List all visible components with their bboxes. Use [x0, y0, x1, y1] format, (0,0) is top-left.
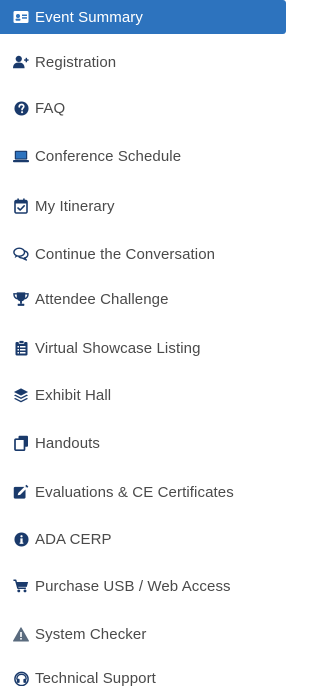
sidebar-menu: Event Summary Registration FAQ Conferenc…	[0, 0, 286, 691]
info-circle-icon	[13, 531, 29, 547]
warning-icon	[13, 626, 29, 642]
menu-item-handouts[interactable]: Handouts	[0, 426, 286, 460]
laptop-icon	[13, 148, 29, 164]
shopping-cart-icon	[13, 578, 29, 594]
menu-item-label: Virtual Showcase Listing	[35, 339, 201, 357]
menu-item-virtual-showcase-listing[interactable]: Virtual Showcase Listing	[0, 331, 286, 365]
menu-item-label: Exhibit Hall	[35, 386, 112, 404]
question-circle-icon	[13, 100, 29, 116]
menu-item-label: Technical Support	[35, 669, 156, 687]
menu-item-label: System Checker	[35, 625, 147, 643]
menu-item-label: My Itinerary	[35, 197, 115, 215]
menu-item-attendee-challenge[interactable]: Attendee Challenge	[0, 282, 286, 316]
menu-item-purchase-usb-web-access[interactable]: Purchase USB / Web Access	[0, 569, 286, 603]
menu-item-exhibit-hall[interactable]: Exhibit Hall	[0, 378, 286, 412]
user-plus-icon	[13, 54, 29, 70]
comments-icon	[13, 246, 29, 262]
headset-icon	[13, 670, 29, 686]
menu-item-faq[interactable]: FAQ	[0, 91, 286, 125]
clipboard-list-icon	[13, 340, 29, 356]
calendar-check-icon	[13, 198, 29, 214]
menu-item-system-checker[interactable]: System Checker	[0, 617, 286, 651]
menu-item-label: Registration	[35, 53, 117, 71]
menu-item-label: Evaluations & CE Certificates	[35, 483, 234, 501]
trophy-icon	[13, 291, 29, 307]
copy-icon	[13, 435, 29, 451]
menu-item-continue-the-conversation[interactable]: Continue the Conversation	[0, 237, 286, 271]
menu-item-my-itinerary[interactable]: My Itinerary	[0, 189, 286, 223]
menu-item-label: FAQ	[35, 99, 66, 117]
menu-item-label: ADA CERP	[35, 530, 112, 548]
menu-item-label: Conference Schedule	[35, 147, 182, 165]
layer-group-icon	[13, 387, 29, 403]
menu-item-conference-schedule[interactable]: Conference Schedule	[0, 139, 286, 173]
id-card-icon	[13, 9, 29, 25]
menu-item-technical-support[interactable]: Technical Support	[0, 661, 286, 695]
edit-icon	[13, 484, 29, 500]
menu-item-registration[interactable]: Registration	[0, 45, 286, 79]
menu-item-label: Handouts	[35, 434, 101, 452]
menu-item-event-summary[interactable]: Event Summary	[0, 0, 286, 34]
menu-item-label: Purchase USB / Web Access	[35, 577, 231, 595]
menu-item-label: Attendee Challenge	[35, 290, 169, 308]
menu-item-evaluations-ce-certificates[interactable]: Evaluations & CE Certificates	[0, 475, 286, 509]
menu-item-ada-cerp[interactable]: ADA CERP	[0, 522, 286, 556]
menu-item-label: Continue the Conversation	[35, 245, 216, 263]
menu-item-label: Event Summary	[35, 8, 143, 26]
